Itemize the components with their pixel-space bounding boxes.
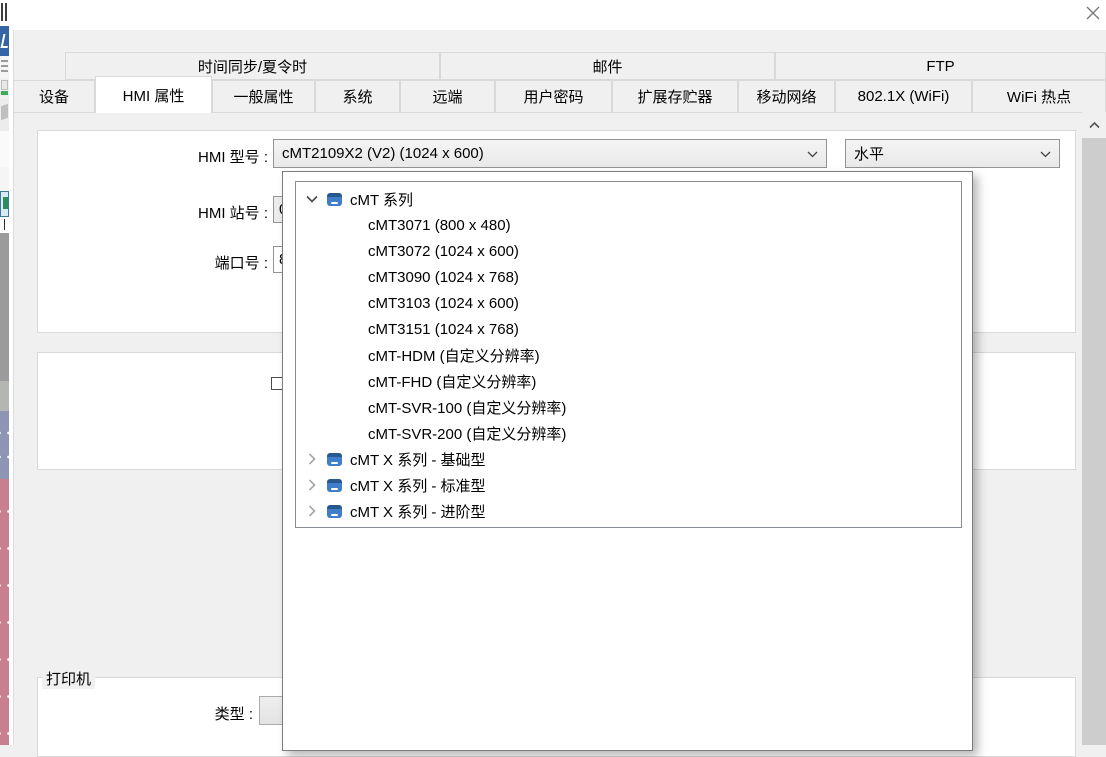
tree-item[interactable]: cMT 系列 <box>296 186 961 212</box>
hmi-model-combobox[interactable]: cMT2109X2 (V2) (1024 x 600) <box>273 139 827 168</box>
tree-item[interactable]: cMT3090 (1024 x 768) <box>296 264 961 290</box>
tab-system[interactable]: 系统 <box>315 80 400 113</box>
tree-item-label: cMT-SVR-100 (自定义分辨率) <box>368 397 566 418</box>
bg-app-gray-panel <box>0 233 9 381</box>
chevron-up-icon <box>1089 116 1100 133</box>
chevron-expanded-icon[interactable] <box>305 195 319 203</box>
tab-remote[interactable]: 远端 <box>400 80 495 113</box>
tree-item[interactable]: cMT3151 (1024 x 768) <box>296 316 961 342</box>
tab-general-attributes[interactable]: 一般属性 <box>212 80 315 113</box>
hmi-station-label: HMI 站号 : <box>68 202 268 223</box>
tab-ftp[interactable]: FTP <box>775 52 1106 80</box>
orientation-combobox[interactable]: 水平 <box>845 139 1060 168</box>
bg-app-list-icon <box>0 56 9 78</box>
bg-app-spacer <box>0 167 9 191</box>
tree-item-label: cMT X 系列 - 标准型 <box>350 475 486 496</box>
bg-app-gray-panel-2 <box>0 381 9 411</box>
tree-item[interactable]: cMT-HDM (自定义分辨率) <box>296 342 961 368</box>
chevron-collapsed-icon[interactable] <box>305 505 319 517</box>
tree-item[interactable]: cMT-FHD (自定义分辨率) <box>296 368 961 394</box>
chevron-down-icon <box>807 145 818 162</box>
tree-item[interactable]: cMT X 系列 - 标准型 <box>296 472 961 498</box>
bg-app-cursor-icon <box>0 217 9 233</box>
tree-item-label: cMT X 系列 - 基础型 <box>350 449 486 470</box>
tree-item[interactable]: cMT3103 (1024 x 600) <box>296 290 961 316</box>
hmi-model-label: HMI 型号 : <box>68 146 268 167</box>
dialog-titlebar <box>13 0 1106 30</box>
tree-item-label: cMT-HDM (自定义分辨率) <box>368 345 540 366</box>
tree-item[interactable]: cMT X 系列 - 基础型 <box>296 446 961 472</box>
bg-app-canvas-slate <box>0 411 9 479</box>
chevron-down-icon <box>1040 145 1051 162</box>
tree-item[interactable]: cMT3072 (1024 x 600) <box>296 238 961 264</box>
vertical-scrollbar[interactable] <box>1082 112 1106 745</box>
hmi-device-icon <box>327 193 342 206</box>
tree-item-label: cMT3103 (1024 x 600) <box>368 295 519 312</box>
tree-item-label: cMT-SVR-200 (自定义分辨率) <box>368 423 566 444</box>
chevron-collapsed-icon[interactable] <box>305 479 319 491</box>
tree-item[interactable]: cMT3071 (800 x 480) <box>296 212 961 238</box>
tab-hmi-attributes[interactable]: HMI 属性 <box>95 76 212 113</box>
bg-app-blue-button <box>0 26 9 56</box>
bg-app-glyph-fragment <box>0 0 9 26</box>
orientation-value: 水平 <box>854 143 1040 164</box>
bg-app-selected-tool <box>0 191 9 217</box>
tab-device[interactable]: 设备 <box>13 80 95 113</box>
close-icon <box>1086 6 1100 24</box>
port-label: 端口号 : <box>68 252 268 273</box>
tree-item[interactable]: cMT-SVR-100 (自定义分辨率) <box>296 394 961 420</box>
chevron-collapsed-icon[interactable] <box>305 453 319 465</box>
tab-extended-memory[interactable]: 扩展存贮器 <box>612 80 738 113</box>
tree-item-label: cMT-FHD (自定义分辨率) <box>368 371 536 392</box>
tab-wifi-hotspot[interactable]: WiFi 热点 <box>972 80 1106 113</box>
hmi-model-value: cMT2109X2 (V2) (1024 x 600) <box>282 145 807 162</box>
tab-user-password[interactable]: 用户密码 <box>495 80 612 113</box>
tree-item-label: cMT3071 (800 x 480) <box>368 217 511 234</box>
background-app-sliver <box>0 0 13 745</box>
bg-app-font-icon <box>0 78 9 99</box>
bg-app-pen-icon <box>0 131 9 167</box>
printer-type-label: 类型 : <box>53 703 253 724</box>
tree-item-label: cMT3090 (1024 x 768) <box>368 269 519 286</box>
scrollbar-up-button[interactable] <box>1082 112 1106 136</box>
hmi-device-icon <box>327 453 342 466</box>
hmi-device-icon <box>327 505 342 518</box>
hmi-model-tree: cMT 系列 cMT3071 (800 x 480) cMT3072 (1024 x… <box>295 181 962 528</box>
tab-cellular-network[interactable]: 移动网络 <box>738 80 835 113</box>
tab-8021x-wifi[interactable]: 802.1X (WiFi) <box>835 80 972 113</box>
printer-group-label: 打印机 <box>42 668 95 689</box>
tree-item-label: cMT X 系列 - 进阶型 <box>350 501 486 522</box>
hmi-device-icon <box>327 479 342 492</box>
scrollbar-thumb[interactable] <box>1082 138 1106 745</box>
tree-item[interactable]: cMT X 系列 - 进阶型 <box>296 498 961 524</box>
hmi-model-dropdown-popup: cMT 系列 cMT3071 (800 x 480) cMT3072 (1024 x… <box>282 171 973 751</box>
bg-app-tool-icon <box>0 99 9 131</box>
tree-item-label: cMT3072 (1024 x 600) <box>368 243 519 260</box>
tree-item-label: cMT 系列 <box>350 189 413 210</box>
close-button[interactable] <box>1082 4 1104 26</box>
tab-mail[interactable]: 邮件 <box>440 52 775 80</box>
tree-item[interactable]: cMT-SVR-200 (自定义分辨率) <box>296 420 961 446</box>
tree-item-label: cMT3151 (1024 x 768) <box>368 321 519 338</box>
bg-app-canvas-rose <box>0 479 9 745</box>
